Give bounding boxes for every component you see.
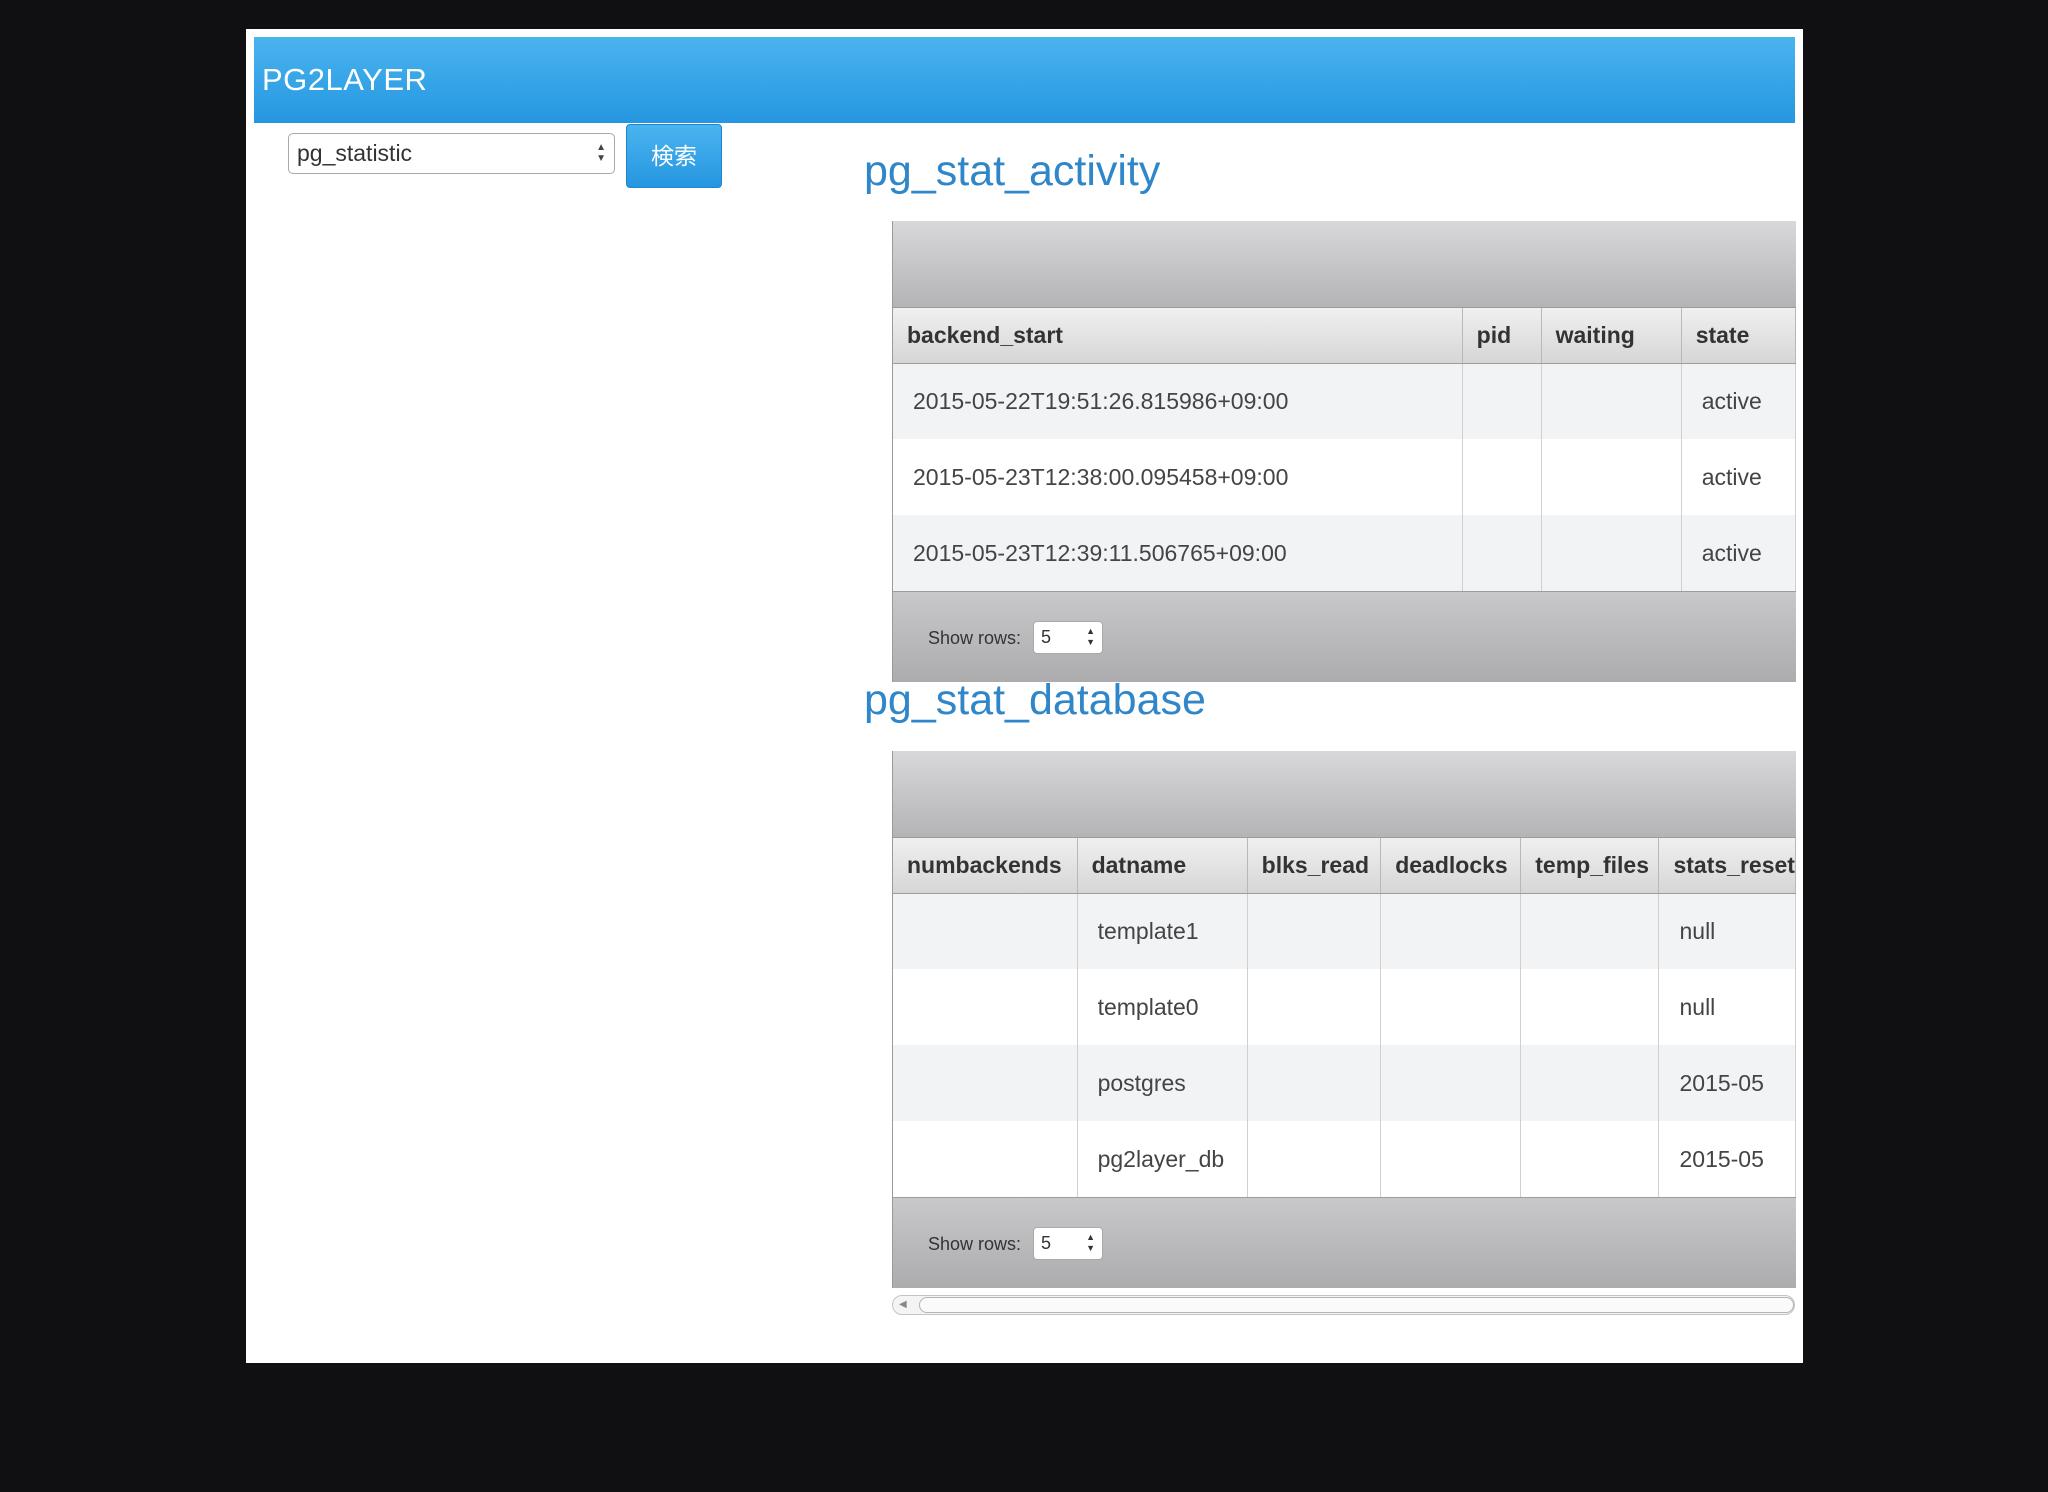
cell-blks-read <box>1247 1121 1382 1197</box>
cell-stats-reset: null <box>1658 893 1796 969</box>
show-rows-label: Show rows: <box>928 1234 1022 1254</box>
cell-pid <box>1462 439 1542 515</box>
database-title: pg_stat_database <box>864 676 1206 724</box>
database-table: numbackends datname blks_read deadlocks … <box>893 838 1796 1197</box>
cell-temp-files <box>1520 969 1660 1045</box>
show-rows-select[interactable]: 5 ▲ ▼ <box>1033 621 1103 654</box>
cell-waiting <box>1541 439 1682 515</box>
cell-backend-start: 2015-05-23T12:39:11.506765+09:00 <box>893 515 1463 591</box>
cell-datname: pg2layer_db <box>1077 1121 1248 1197</box>
cell-pid <box>1462 515 1542 591</box>
cell-stats-reset: null <box>1658 969 1796 1045</box>
cell-state: active <box>1681 515 1796 591</box>
cell-numbackends <box>893 1045 1078 1121</box>
table-row[interactable]: 2015-05-23T12:39:11.506765+09:00 active <box>893 515 1796 591</box>
cell-temp-files <box>1520 1121 1660 1197</box>
column-header-pid[interactable]: pid <box>1462 308 1542 364</box>
table-row[interactable]: template0 null <box>893 969 1796 1045</box>
column-header-blks-read[interactable]: blks_read <box>1247 838 1382 894</box>
cell-blks-read <box>1247 893 1382 969</box>
cell-deadlocks <box>1380 893 1522 969</box>
activity-title: pg_stat_activity <box>864 147 1161 195</box>
cell-blks-read <box>1247 969 1382 1045</box>
cell-numbackends <box>893 893 1078 969</box>
show-rows-value: 5 <box>1041 627 1052 647</box>
activity-grid-footer: Show rows: 5 ▲ ▼ <box>893 591 1796 682</box>
column-header-backend-start[interactable]: backend_start <box>893 308 1463 364</box>
table-row[interactable]: 2015-05-22T19:51:26.815986+09:00 active <box>893 363 1796 439</box>
cell-backend-start: 2015-05-22T19:51:26.815986+09:00 <box>893 363 1463 439</box>
cell-datname: template0 <box>1077 969 1248 1045</box>
table-row[interactable]: template1 null <box>893 893 1796 969</box>
column-header-stats-reset[interactable]: stats_reset <box>1658 838 1796 894</box>
column-header-datname[interactable]: datname <box>1077 838 1248 894</box>
table-select-value: pg_statistic <box>297 140 413 166</box>
cell-waiting <box>1541 515 1682 591</box>
column-header-state[interactable]: state <box>1681 308 1796 364</box>
cell-stats-reset: 2015-05 <box>1658 1045 1796 1121</box>
scroll-left-icon[interactable]: ◀ <box>899 1296 907 1314</box>
activity-header-row: backend_start pid waiting state <box>893 308 1796 364</box>
select-arrows-icon: ▲ ▼ <box>1086 626 1095 647</box>
cell-state: active <box>1681 439 1796 515</box>
cell-pid <box>1462 363 1542 439</box>
show-rows-select[interactable]: 5 ▲ ▼ <box>1033 1227 1103 1260</box>
cell-deadlocks <box>1380 1121 1522 1197</box>
table-row[interactable]: 2015-05-23T12:38:00.095458+09:00 active <box>893 439 1796 515</box>
cell-datname: postgres <box>1077 1045 1248 1121</box>
activity-grid: backend_start pid waiting state 2015-05-… <box>892 221 1796 682</box>
cell-temp-files <box>1520 893 1660 969</box>
search-button[interactable]: 検索 <box>626 124 722 188</box>
database-grid-caption <box>893 751 1796 838</box>
column-header-deadlocks[interactable]: deadlocks <box>1380 838 1522 894</box>
database-grid-footer: Show rows: 5 ▲ ▼ <box>893 1197 1796 1288</box>
cell-numbackends <box>893 969 1078 1045</box>
activity-table: backend_start pid waiting state 2015-05-… <box>893 308 1796 591</box>
column-header-waiting[interactable]: waiting <box>1541 308 1682 364</box>
table-row[interactable]: postgres 2015-05 <box>893 1045 1796 1121</box>
show-rows-label: Show rows: <box>928 628 1022 648</box>
activity-grid-caption <box>893 221 1796 308</box>
horizontal-scrollbar[interactable]: ◀ <box>892 1295 1795 1315</box>
database-grid: numbackends datname blks_read deadlocks … <box>892 751 1796 1288</box>
cell-backend-start: 2015-05-23T12:38:00.095458+09:00 <box>893 439 1463 515</box>
app-title: PG2LAYER <box>262 62 428 97</box>
select-arrows-icon: ▲ ▼ <box>596 142 606 164</box>
app-header: PG2LAYER <box>254 37 1795 123</box>
cell-blks-read <box>1247 1045 1382 1121</box>
select-arrows-icon: ▲ ▼ <box>1086 1232 1095 1253</box>
app-window: PG2LAYER pg_statistic ▲ ▼ 検索 pg_stat_acti… <box>246 29 1803 1363</box>
cell-deadlocks <box>1380 969 1522 1045</box>
cell-temp-files <box>1520 1045 1660 1121</box>
database-header-row: numbackends datname blks_read deadlocks … <box>893 838 1796 894</box>
column-header-temp-files[interactable]: temp_files <box>1520 838 1660 894</box>
cell-deadlocks <box>1380 1045 1522 1121</box>
cell-state: active <box>1681 363 1796 439</box>
table-row[interactable]: pg2layer_db 2015-05 <box>893 1121 1796 1197</box>
cell-stats-reset: 2015-05 <box>1658 1121 1796 1197</box>
cell-waiting <box>1541 363 1682 439</box>
show-rows-value: 5 <box>1041 1233 1052 1253</box>
table-select[interactable]: pg_statistic ▲ ▼ <box>288 133 615 174</box>
cell-datname: template1 <box>1077 893 1248 969</box>
column-header-numbackends[interactable]: numbackends <box>893 838 1078 894</box>
scrollbar-thumb[interactable] <box>919 1297 1794 1313</box>
cell-numbackends <box>893 1121 1078 1197</box>
